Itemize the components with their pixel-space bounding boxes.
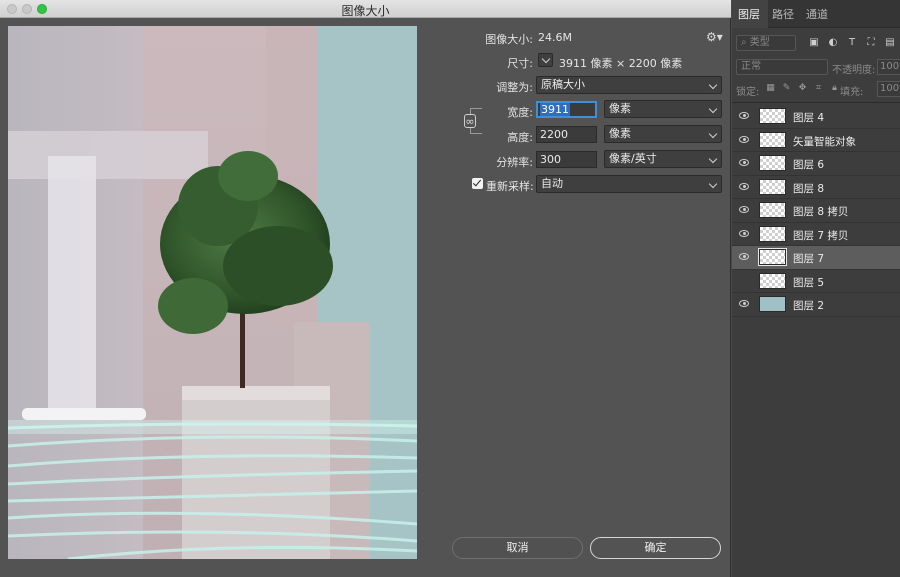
layer-name: 矢量智能对象 (793, 135, 856, 148)
lock-row: 锁定: ▦ ✎ ✥ ⌗ 🔒︎ 填充: 100% (732, 81, 900, 99)
resolution-input[interactable]: 300 (536, 151, 597, 168)
image-size-label: 图像大小: (485, 33, 533, 46)
resolution-unit-select[interactable]: 像素/英寸 (604, 150, 722, 168)
lock-label: 锁定: (736, 87, 760, 98)
layer-row[interactable]: 图层 7 (732, 246, 900, 270)
layer-thumbnail (759, 155, 786, 171)
height-unit-value: 像素 (609, 127, 631, 140)
width-input[interactable]: 3911 (536, 101, 597, 118)
lock-position-icon[interactable]: ✥ (797, 83, 808, 94)
ok-button[interactable]: 确定 (590, 537, 721, 559)
image-size-value: 24.6M (538, 31, 572, 44)
visibility-eye-icon[interactable] (739, 206, 749, 213)
opacity-label: 不透明度: (832, 65, 876, 76)
dialog-title: 图像大小 (341, 4, 390, 18)
layer-row[interactable]: 图层 2 (732, 293, 900, 317)
width-unit-select[interactable]: 像素 (604, 100, 722, 118)
dimensions-value: 3911 像素 × 2200 像素 (559, 57, 683, 70)
tab-layers[interactable]: 图层 (738, 6, 760, 22)
layer-name: 图层 8 (793, 182, 825, 195)
chevron-down-icon (708, 129, 718, 139)
layer-row[interactable]: 图层 8 拷贝 (732, 199, 900, 223)
resolution-unit-value: 像素/英寸 (609, 152, 657, 165)
layer-row[interactable]: 图层 8 (732, 176, 900, 199)
layer-thumbnail (759, 178, 786, 195)
resample-value: 自动 (541, 177, 563, 190)
chevron-down-icon (708, 179, 718, 189)
fit-to-select[interactable]: 原稿大小 (536, 76, 722, 94)
fit-to-label: 调整为: (496, 81, 533, 94)
chevron-down-icon (708, 104, 718, 114)
kind-filter-select[interactable]: ⌕ 类型 (736, 35, 796, 51)
dimensions-unit-dropdown[interactable] (538, 53, 553, 67)
layer-thumbnail (759, 296, 786, 312)
resample-label: 重新采样: (486, 180, 534, 193)
lock-artboard-icon[interactable]: ⌗ (813, 83, 824, 94)
layer-thumbnail (759, 131, 786, 148)
layer-thumbnail (759, 108, 786, 124)
fill-label: 填充: (840, 87, 864, 98)
visibility-eye-icon[interactable] (739, 182, 749, 190)
layer-thumbnail (759, 225, 786, 242)
dimensions-label: 尺寸: (507, 57, 533, 70)
shape-filter-icon[interactable]: ⛶ (865, 37, 877, 49)
chevron-down-icon (708, 154, 718, 164)
blend-mode-select[interactable]: 正常 (736, 59, 828, 75)
layer-name: 图层 7 拷贝 (793, 229, 849, 242)
tab-channels[interactable]: 通道 (806, 6, 828, 22)
layer-name: 图层 8 拷贝 (793, 206, 849, 218)
opacity-input[interactable]: 100% (877, 59, 900, 75)
layer-row[interactable]: 矢量智能对象 (732, 129, 900, 152)
layer-name: 图层 2 (793, 300, 825, 312)
preview-artwork (8, 26, 417, 559)
layer-thumbnail (758, 248, 787, 266)
layer-thumbnail (759, 202, 786, 218)
smart-object-filter-icon[interactable]: ▤ (884, 37, 896, 49)
layer-thumbnail (759, 272, 786, 289)
layer-name: 图层 4 (793, 112, 825, 124)
image-size-dialog: 图像大小 ⚙▾ 图像大小: 24.6M 尺寸: 3911 像素 × 2200 像… (0, 0, 731, 577)
fill-input[interactable]: 100% (877, 81, 900, 97)
lock-paint-icon[interactable]: ✎ (781, 83, 792, 94)
layer-name: 图层 5 (793, 276, 825, 289)
type-filter-icon[interactable]: T (846, 37, 858, 49)
dialog-titlebar: 图像大小 (0, 0, 731, 18)
lock-transparency-icon[interactable]: ▦ (765, 83, 776, 94)
height-label: 高度: (507, 131, 533, 144)
image-filter-icon[interactable]: ▣ (808, 37, 820, 49)
resample-select[interactable]: 自动 (536, 175, 722, 193)
visibility-eye-icon[interactable] (739, 159, 749, 166)
image-preview[interactable] (8, 26, 417, 559)
visibility-eye-icon[interactable] (739, 300, 749, 307)
width-unit-value: 像素 (609, 102, 631, 115)
layer-row[interactable]: 图层 4 (732, 105, 900, 129)
visibility-eye-icon[interactable] (739, 229, 749, 237)
layer-row[interactable]: 图层 5 (732, 270, 900, 293)
visibility-eye-icon[interactable] (739, 277, 749, 284)
visibility-eye-icon[interactable] (739, 112, 749, 119)
height-unit-select[interactable]: 像素 (604, 125, 722, 143)
layer-name: 图层 6 (793, 159, 825, 171)
cancel-button[interactable]: 取消 (452, 537, 583, 559)
fit-to-value: 原稿大小 (541, 78, 585, 91)
visibility-eye-icon[interactable] (739, 253, 749, 260)
layer-row[interactable]: 图层 7 拷贝 (732, 223, 900, 246)
tab-paths[interactable]: 路径 (772, 6, 794, 22)
gear-icon[interactable]: ⚙▾ (706, 30, 723, 44)
panel-tabs: 图层 路径 通道 (732, 0, 900, 28)
height-input[interactable]: 2200 (536, 126, 597, 143)
width-label: 宽度: (507, 106, 533, 119)
resample-checkbox[interactable] (472, 178, 483, 189)
layers-panel: 图层 路径 通道 ⌕ 类型 ▣ ◐ T ⛶ ▤ 正常 不透明度: 100% 锁定… (732, 0, 900, 577)
chevron-down-icon (708, 80, 718, 90)
adjustment-filter-icon[interactable]: ◐ (827, 37, 839, 49)
lock-all-icon[interactable]: 🔒︎ (829, 83, 840, 94)
resolution-label: 分辨率: (496, 156, 533, 169)
width-value: 3911 (540, 103, 570, 116)
layer-name: 图层 7 (793, 253, 825, 265)
layer-row[interactable]: 图层 6 (732, 152, 900, 176)
layers-list: 图层 4 矢量智能对象 图层 6 图层 8 图层 8 拷贝 图层 7 拷贝 图层 7 图层 5… (732, 105, 900, 317)
visibility-eye-icon[interactable] (739, 135, 749, 143)
